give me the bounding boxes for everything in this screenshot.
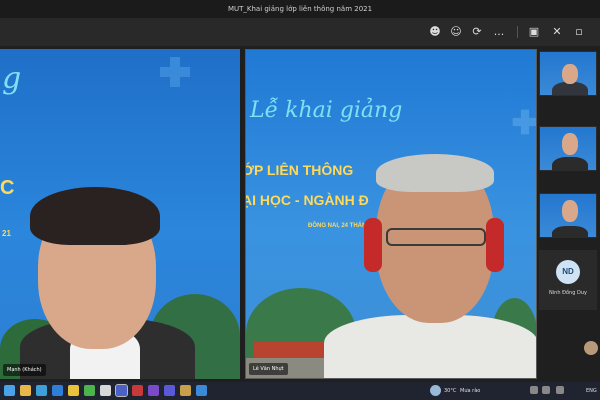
banner-script-fragment: g [2,61,22,96]
participant-body [324,315,536,378]
decorative-plus-icon [512,109,536,135]
participant-body [552,157,588,170]
video-tile-center[interactable]: Lễ khai giảng ỚP LIÊN THÔNG ẠI HỌC - NGÀ… [245,49,537,379]
os-taskbar: 30°C Mưa rào ENG [0,382,600,400]
share-icon[interactable]: ⟳ [470,25,484,39]
participant-small-avatar[interactable] [584,341,598,355]
participant-face [562,200,578,222]
headset-icon [486,218,504,272]
weather-condition[interactable]: Mưa rào [460,382,480,400]
banner-line-1: ỚP LIÊN THÔNG [245,162,354,178]
app-icon[interactable] [20,385,31,396]
language-indicator[interactable]: ENG [586,382,597,400]
banner-line-2: ẠI HỌC - NGÀNH Đ [245,192,369,208]
app-icon[interactable] [84,385,95,396]
glasses-icon [386,228,486,246]
tray-icon[interactable] [542,386,550,394]
app-icon[interactable] [196,385,207,396]
participant-hair [30,187,160,245]
app-icon[interactable] [164,385,175,396]
participant-hair [376,154,494,192]
weather-icon[interactable] [430,385,441,396]
video-tile-left[interactable]: g C 21 Mạnh (Khách) [0,49,240,379]
app-icon[interactable] [115,384,128,397]
decorative-plus-icon [160,57,190,87]
app-icon[interactable] [148,385,159,396]
participant-avatar-tile[interactable]: ND Ninh Đồng Duy [539,250,597,310]
avatar-name: Ninh Đồng Duy [549,290,587,296]
banner-script-title: Lễ khai giảng [250,98,403,123]
banner-letter-fragment: C [0,177,15,199]
video-stage: g C 21 Mạnh (Khách) Lễ khai giảng ỚP LIÊ… [0,46,600,382]
tray-icon[interactable] [530,386,538,394]
participant-body [552,82,588,95]
more-options-button[interactable]: ... [492,25,506,39]
banner-digits-fragment: 21 [2,229,11,238]
app-icon[interactable] [52,385,63,396]
participant-face [562,133,578,155]
tray-icon[interactable] [556,386,564,394]
windows-start-icon[interactable] [4,385,15,396]
avatar: ND [556,260,580,284]
participant-thumbnail[interactable] [539,51,597,96]
reactions-icon[interactable]: ☺ [449,25,463,39]
participant-name-tag: Lê Văn Nhựt [249,363,288,375]
meeting-window: MUT_Khai giảng lớp liên thông năm 2021 ☻… [0,0,600,400]
camera-icon[interactable]: ▣ [527,25,541,39]
participant-thumbnail[interactable] [539,126,597,171]
banner-date: ĐỒNG NAI, 24 THÁN [308,223,367,229]
headset-icon [364,218,382,272]
meeting-toolbar: ☻ ☺ ⟳ ... ▣ ✕ ▫ [0,18,600,46]
participant-name-tag: Mạnh (Khách) [3,364,46,376]
participant-body [552,226,588,237]
app-icon[interactable] [180,385,191,396]
window-title: MUT_Khai giảng lớp liên thông năm 2021 [0,0,600,18]
app-icon[interactable] [68,385,79,396]
participant-face [562,64,578,84]
share-screen-icon[interactable]: ▫ [572,25,586,39]
people-icon[interactable]: ☻ [428,25,442,39]
weather-temperature[interactable]: 30°C [444,382,456,400]
app-icon[interactable] [132,385,143,396]
participant-thumbnail[interactable] [539,193,597,238]
mic-off-icon[interactable]: ✕ [550,25,564,39]
app-icon[interactable] [100,385,111,396]
app-icon[interactable] [36,385,47,396]
toolbar-divider [517,26,518,38]
